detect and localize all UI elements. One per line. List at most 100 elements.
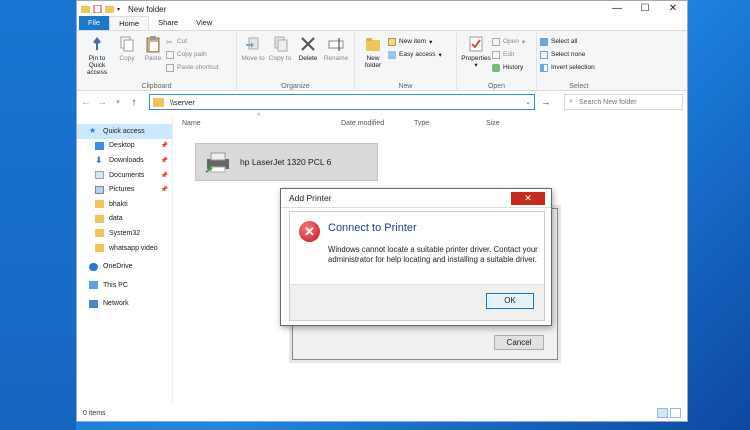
paste-icon [146, 36, 160, 53]
minimize-button[interactable]: — [603, 1, 631, 17]
open-icon [492, 37, 500, 46]
copy-to-button[interactable]: Copy to [266, 33, 294, 81]
title-bar: ▾ New folder — ☐ ✕ [77, 1, 687, 17]
column-headers: Name ^ Date modified Type Size [173, 113, 687, 131]
large-icons-view-icon[interactable] [670, 408, 681, 418]
rename-button[interactable]: Rename [322, 33, 350, 81]
sidebar-item-onedrive[interactable]: OneDrive [77, 259, 172, 274]
sort-caret-icon: ^ [257, 113, 261, 120]
sidebar-item-whatsapp-video[interactable]: whatsapp video [77, 241, 172, 256]
close-button[interactable]: ✕ [659, 1, 687, 17]
invert-selection-button[interactable]: Invert selection [540, 62, 595, 73]
new-folder-button[interactable]: New folder [358, 33, 388, 81]
sidebar-item-data[interactable]: data [77, 212, 172, 227]
edit-button[interactable]: Edit [492, 49, 525, 60]
easy-access-button[interactable]: Easy access ▾ [388, 49, 442, 60]
download-icon: ⬇ [95, 155, 103, 166]
move-to-icon [246, 37, 259, 50]
address-field[interactable]: \\server ⌄ [148, 94, 536, 110]
column-size[interactable]: Size [486, 120, 500, 127]
dialog-heading: Connect to Printer [328, 222, 417, 234]
pin-icon[interactable]: 📌 [161, 186, 168, 193]
delete-button[interactable]: Delete [294, 33, 322, 81]
pin-quick-access-button[interactable]: Pin to Quick access [80, 33, 114, 81]
search-input[interactable]: ⌕ Search New folder [564, 94, 684, 110]
paste-label: Paste [144, 55, 162, 62]
select-none-label: Select none [551, 51, 586, 58]
select-group: Select all Select none Invert selection … [537, 31, 621, 91]
back-arrow-icon[interactable]: ← [81, 97, 91, 108]
sidebar-item-quick-access[interactable]: ★ Quick access [77, 124, 172, 139]
clipboard-group-label: Clipboard [141, 83, 172, 90]
address-path[interactable]: \\server [170, 98, 195, 107]
dialog-footer: OK [290, 284, 544, 320]
paste-button[interactable]: Paste [140, 33, 166, 81]
sidebar-item-label: data [109, 215, 123, 223]
move-to-button[interactable]: Move to [240, 33, 266, 81]
open-group: Properties ▾ Open ▾ Edit History Open [457, 31, 537, 91]
sidebar-item-bhakti[interactable]: bhakti [77, 197, 172, 212]
printer-item[interactable]: hp LaserJet 1320 PCL 6 [195, 143, 378, 181]
new-group-label: New [398, 83, 413, 90]
column-name[interactable]: Name [182, 120, 201, 127]
copy-path-button[interactable]: Copy path [166, 49, 219, 60]
folder-icon [95, 229, 104, 238]
select-none-button[interactable]: Select none [540, 49, 595, 60]
sidebar-item-label: Network [103, 300, 129, 308]
cancel-button[interactable]: Cancel [494, 335, 544, 350]
tab-view[interactable]: View [187, 16, 221, 30]
properties-button[interactable]: Properties ▾ [460, 33, 492, 81]
sidebar-item-label: This PC [103, 281, 128, 289]
pin-icon[interactable]: 📌 [161, 157, 168, 164]
go-arrow-icon[interactable]: → [541, 97, 550, 107]
tab-file[interactable]: File [79, 16, 110, 30]
properties-icon[interactable] [93, 5, 102, 13]
new-folder-label: New folder [364, 55, 382, 69]
ok-button[interactable]: OK [486, 293, 534, 309]
forward-arrow-icon[interactable]: → [97, 97, 107, 108]
recent-locations-icon[interactable]: ▾ [113, 98, 123, 106]
sidebar-item-pictures[interactable]: Pictures 📌 [77, 182, 172, 197]
tab-share[interactable]: Share [149, 16, 187, 30]
organize-group: Move to Copy to Delete Rename Organize [237, 31, 355, 91]
edit-label: Edit [503, 51, 515, 58]
easy-access-label: Easy access [399, 51, 436, 58]
new-item-dropdown-icon: ▾ [429, 38, 433, 46]
up-arrow-icon[interactable]: ↑ [129, 97, 139, 108]
sidebar-item-desktop[interactable]: Desktop 📌 [77, 139, 172, 154]
qa-dropdown-icon[interactable]: ▾ [117, 6, 120, 13]
folder-icon [95, 200, 104, 209]
documents-icon [95, 171, 104, 180]
sidebar-item-this-pc[interactable]: This PC [77, 278, 172, 293]
cut-label: Cut [177, 38, 188, 45]
sidebar-item-documents[interactable]: Documents 📌 [77, 168, 172, 183]
details-view-icon[interactable] [657, 408, 668, 418]
star-icon: ★ [89, 126, 97, 136]
maximize-button[interactable]: ☐ [631, 1, 659, 17]
cut-button[interactable]: ✂ Cut [166, 36, 219, 47]
column-date-modified[interactable]: Date modified [341, 120, 384, 127]
open-button[interactable]: Open ▾ [492, 36, 525, 47]
select-all-label: Select all [551, 38, 578, 45]
pin-icon[interactable]: 📌 [161, 172, 168, 179]
quick-access-toolbar: ▾ [77, 5, 120, 13]
column-type[interactable]: Type [414, 120, 429, 127]
tab-home[interactable]: Home [109, 16, 150, 30]
new-folder-icon[interactable] [105, 5, 114, 13]
new-item-button[interactable]: New item ▾ [388, 36, 442, 47]
dialog-close-button[interactable]: ✕ [511, 191, 545, 205]
sidebar-item-system32[interactable]: System32 [77, 226, 172, 241]
pin-label: Pin to Quick access [86, 55, 108, 76]
pictures-icon [95, 185, 104, 194]
sidebar-item-network[interactable]: Network [77, 297, 172, 312]
history-button[interactable]: History [492, 62, 525, 73]
sidebar-item-downloads[interactable]: ⬇ Downloads 📌 [77, 153, 172, 168]
paste-shortcut-button[interactable]: Paste shortcut [166, 62, 219, 73]
sidebar-item-label: Quick access [103, 127, 145, 135]
dialog-message: Windows cannot locate a suitable printer… [328, 245, 538, 264]
copy-button[interactable]: Copy [114, 33, 140, 81]
select-all-button[interactable]: Select all [540, 36, 595, 47]
address-dropdown-icon[interactable]: ⌄ [522, 98, 534, 106]
computer-icon [89, 281, 98, 290]
pin-icon[interactable]: 📌 [161, 142, 168, 149]
